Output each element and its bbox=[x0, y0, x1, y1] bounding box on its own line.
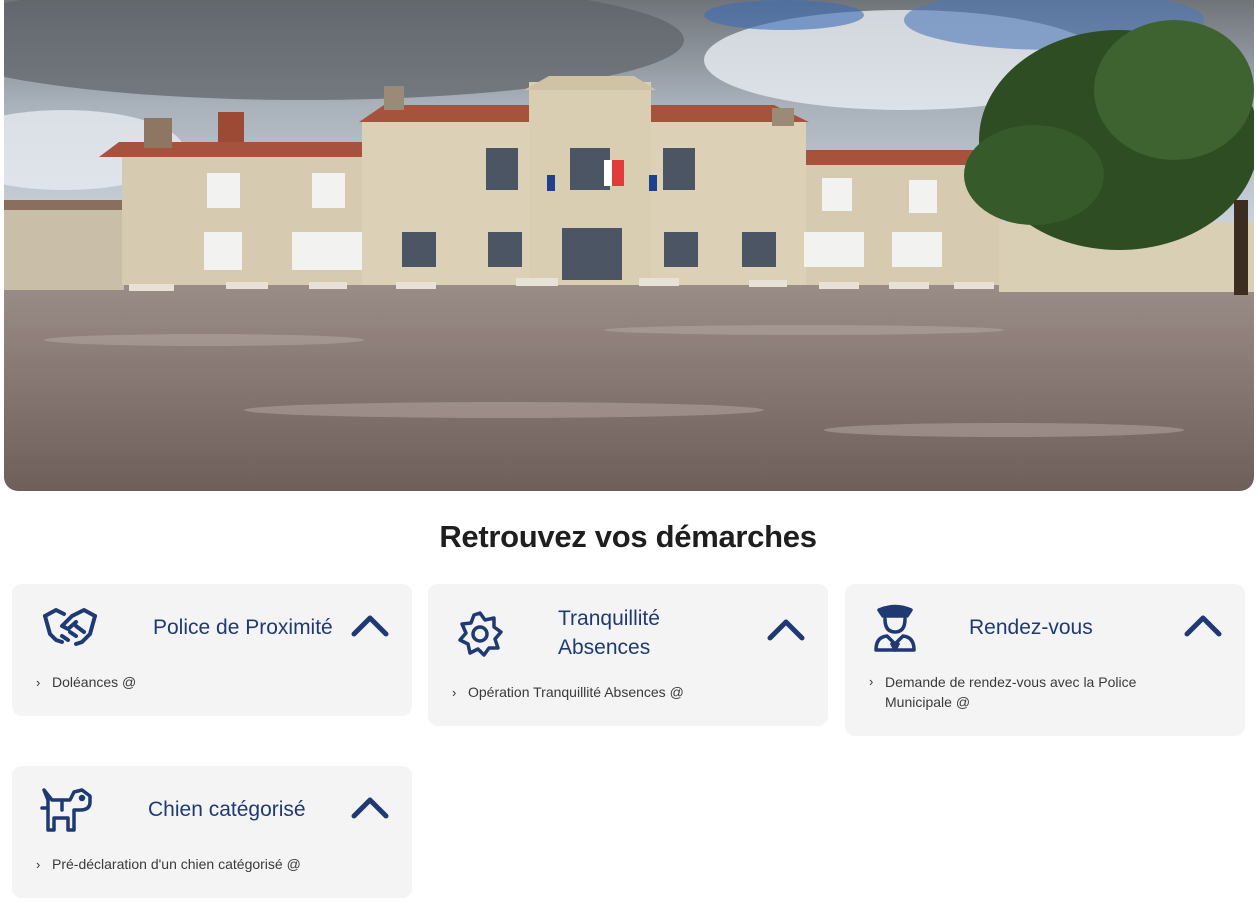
section-title: Retrouvez vos démarches bbox=[439, 519, 817, 554]
card-police-de-proximite: Police de Proximité › Doléances @ bbox=[12, 584, 412, 716]
card-title: Chien catégorisé bbox=[148, 798, 306, 821]
link-label: Opération Tranquillité Absences @ bbox=[468, 684, 684, 700]
card-rendez-vous: Rendez-vous › Demande de rendez-vous ave… bbox=[845, 584, 1245, 736]
chevron-right-icon: › bbox=[452, 685, 457, 700]
link-label: Pré-déclaration d'un chien catégorisé @ bbox=[52, 856, 301, 872]
link-doleances[interactable]: › Doléances @ bbox=[36, 672, 136, 693]
card-title: Rendez-vous bbox=[969, 616, 1093, 639]
dog-icon bbox=[40, 786, 94, 839]
link-label: Doléances @ bbox=[52, 674, 137, 690]
card-chien-categorise: Chien catégorisé › Pré-déclaration d'un c… bbox=[12, 766, 412, 898]
link-label-line1: Demande de rendez-vous avec la Police bbox=[885, 674, 1137, 690]
card-title-line2: Absences bbox=[558, 636, 651, 659]
card-title-line1: Tranquillité bbox=[558, 607, 660, 630]
link-label-line2: Municipale @ bbox=[885, 694, 971, 710]
chevron-up-icon[interactable] bbox=[350, 794, 390, 822]
chevron-up-icon[interactable] bbox=[766, 616, 806, 644]
police-officer-icon bbox=[873, 604, 917, 657]
chevron-right-icon: › bbox=[36, 857, 41, 872]
handshake-icon bbox=[42, 606, 98, 653]
chevron-up-icon[interactable] bbox=[350, 612, 390, 640]
gear-badge-icon bbox=[456, 610, 504, 663]
link-pre-declaration-chien[interactable]: › Pré-déclaration d'un chien catégorisé @ bbox=[36, 854, 301, 875]
chevron-up-icon[interactable] bbox=[1183, 612, 1223, 640]
hero-image bbox=[4, 0, 1254, 491]
chevron-right-icon: › bbox=[869, 674, 874, 689]
card-tranquillite-absences: Tranquillité Absences › Opération Tranqui… bbox=[428, 584, 828, 726]
card-title: Police de Proximité bbox=[153, 616, 333, 639]
link-demande-rendez-vous[interactable]: › Demande de rendez-vous avec la Police … bbox=[869, 672, 1209, 712]
link-operation-tranquillite[interactable]: › Opération Tranquillité Absences @ bbox=[452, 682, 684, 703]
chevron-right-icon: › bbox=[36, 675, 41, 690]
